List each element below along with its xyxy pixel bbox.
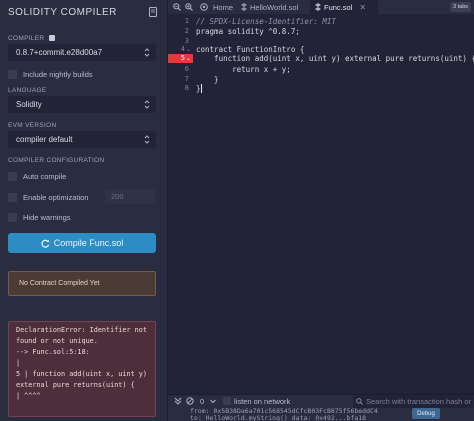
language-select[interactable]: Solidity bbox=[8, 96, 156, 113]
include-nightly-label: Include nightly builds bbox=[23, 69, 93, 79]
error-line: 5 | function add(uint x, uint y) bbox=[16, 370, 147, 378]
debug-button[interactable]: Debug bbox=[412, 408, 440, 419]
text-cursor bbox=[201, 84, 202, 93]
line-number: 7 bbox=[184, 75, 189, 83]
language-label: LANGUAGE bbox=[8, 87, 47, 94]
line-number: 1 bbox=[184, 17, 189, 25]
tab-home-label: Home bbox=[213, 2, 234, 12]
code-line-1: // SPDX-License-Identifier: MIT bbox=[196, 17, 336, 26]
code-line-6: return x + y; bbox=[196, 65, 291, 74]
optimization-checkbox[interactable] bbox=[8, 192, 17, 202]
code-line-4: contract FunctionIntro { bbox=[196, 45, 305, 54]
auto-compile-checkbox[interactable] bbox=[8, 171, 17, 181]
code-line-2: pragma solidity ^0.8.7; bbox=[196, 27, 300, 36]
line-number: 8 bbox=[184, 84, 189, 92]
auto-compile-row[interactable]: Auto compile bbox=[8, 171, 66, 181]
language-select-value: Solidity bbox=[16, 100, 42, 109]
clear-console-icon[interactable] bbox=[186, 397, 194, 405]
info-icon[interactable] bbox=[49, 35, 56, 41]
code-editor[interactable]: 1 2 3 4 5 6 7 8 ⌄ ⌄ // SPDX-License-Iden… bbox=[168, 14, 474, 394]
tab-helloworld-label: HelloWorld.sol bbox=[250, 2, 299, 12]
line-number: 2 bbox=[184, 27, 189, 35]
chevron-updown-icon bbox=[144, 135, 150, 144]
config-label: COMPILER CONFIGURATION bbox=[8, 157, 105, 164]
zoom-out-icon[interactable] bbox=[173, 3, 181, 11]
terminal-search-placeholder: Search with transaction hash or address bbox=[366, 397, 473, 406]
solidity-file-icon bbox=[241, 3, 247, 11]
remix-logo-icon bbox=[200, 3, 208, 11]
line-gutter: 1 2 3 4 5 6 7 8 bbox=[168, 14, 193, 394]
tab-helloworld[interactable]: HelloWorld.sol bbox=[237, 0, 302, 14]
solidity-file-icon bbox=[315, 3, 321, 11]
hide-warnings-checkbox[interactable] bbox=[8, 212, 17, 222]
terminal-log: from: 0x5B38Da6a701c568545dCfcB03FcB875f… bbox=[190, 408, 390, 421]
listen-network-checkbox[interactable] bbox=[223, 397, 231, 405]
include-nightly-checkbox[interactable] bbox=[8, 69, 17, 79]
hide-warnings-label: Hide warnings bbox=[23, 212, 71, 222]
code-line-8: } bbox=[196, 84, 201, 93]
listen-network-label: listen on network bbox=[234, 397, 291, 406]
book-icon[interactable] bbox=[149, 7, 157, 17]
fold-chevron-icon[interactable]: ⌄ bbox=[186, 55, 191, 62]
refresh-icon bbox=[41, 239, 49, 248]
chevron-updown-icon bbox=[144, 100, 150, 109]
error-line: | ^^^^ bbox=[16, 392, 41, 400]
auto-compile-label: Auto compile bbox=[23, 171, 67, 181]
compiler-select[interactable]: 0.8.7+commit.e28d00a7 bbox=[8, 44, 156, 61]
log-line: to: HelloWorld.myString() data: 0x492...… bbox=[190, 413, 367, 421]
tab-bar: Home HelloWorld.sol Func.sol ✕ 3 tabs bbox=[168, 0, 474, 14]
optimization-label: Enable optimization bbox=[23, 192, 89, 202]
compile-button-label: Compile Func.sol bbox=[53, 238, 124, 248]
tab-home[interactable]: Home bbox=[195, 0, 238, 14]
search-icon bbox=[356, 398, 363, 405]
compiler-panel: SOLIDITY COMPILER COMPILER 0.8.7+commit.… bbox=[0, 0, 168, 421]
include-nightly-row[interactable]: Include nightly builds bbox=[8, 69, 93, 79]
optimization-runs-input[interactable]: 200 bbox=[105, 189, 155, 204]
evm-label: EVM VERSION bbox=[8, 122, 57, 129]
tab-count-label: 3 tabs bbox=[453, 4, 468, 10]
fold-chevron-icon[interactable]: ⌄ bbox=[186, 46, 191, 53]
terminal-search-input[interactable]: Search with transaction hash or address bbox=[353, 395, 473, 408]
compiler-select-value: 0.8.7+commit.e28d00a7 bbox=[16, 48, 103, 57]
pending-tx-count: 0 bbox=[200, 397, 205, 406]
compile-status-alert: No Contract Compiled Yet bbox=[8, 271, 156, 296]
debug-button-label: Debug bbox=[417, 410, 435, 417]
tab-func-label: Func.sol bbox=[324, 2, 353, 12]
compiler-label-text: COMPILER bbox=[8, 35, 45, 42]
tab-func[interactable]: Func.sol ✕ bbox=[310, 0, 378, 14]
terminal-panel: 0 listen on network Search with transact… bbox=[168, 394, 474, 421]
code-line-5: function add(uint x, uint y) external pu… bbox=[196, 54, 474, 63]
compile-button[interactable]: Compile Func.sol bbox=[8, 233, 156, 253]
terminal-toolbar: 0 listen on network Search with transact… bbox=[168, 395, 474, 408]
hide-warnings-row[interactable]: Hide warnings bbox=[8, 212, 71, 222]
compile-error-box: DeclarationError: Identifier not found o… bbox=[8, 321, 156, 417]
compiler-label: COMPILER bbox=[8, 35, 56, 42]
error-line: DeclarationError: Identifier not bbox=[16, 326, 147, 334]
chevron-updown-icon bbox=[144, 48, 150, 57]
panel-title: SOLIDITY COMPILER bbox=[8, 7, 117, 18]
error-line: --> Func.sol:5:18: bbox=[16, 348, 90, 356]
collapse-terminal-icon[interactable] bbox=[174, 397, 182, 405]
line-number: 3 bbox=[184, 37, 189, 45]
compile-status-text: No Contract Compiled Yet bbox=[19, 280, 100, 287]
optimization-row[interactable]: Enable optimization bbox=[8, 192, 88, 202]
tab-count-badge[interactable]: 3 tabs bbox=[450, 2, 471, 12]
error-line: external pure returns(uint) { bbox=[16, 381, 135, 389]
close-icon[interactable]: ✕ bbox=[359, 3, 366, 12]
line-number: 6 bbox=[184, 65, 189, 73]
error-line: found or not unique. bbox=[16, 337, 98, 345]
evm-select[interactable]: compiler default bbox=[8, 131, 156, 148]
evm-select-value: compiler default bbox=[16, 135, 73, 144]
chevron-down-icon[interactable] bbox=[209, 397, 217, 405]
error-line: | bbox=[16, 359, 21, 367]
code-line-7: } bbox=[196, 75, 219, 84]
zoom-in-icon[interactable] bbox=[185, 3, 193, 11]
